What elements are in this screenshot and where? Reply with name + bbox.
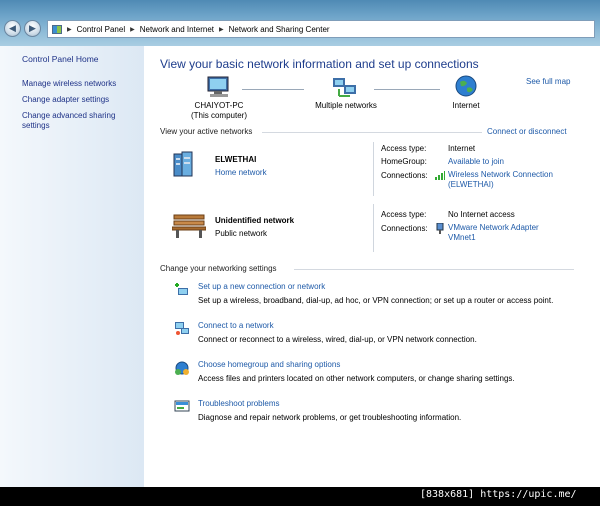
network-type-home[interactable]: Home network bbox=[215, 168, 267, 177]
connection-line2: (ELWETHAI) bbox=[448, 180, 494, 189]
chevron-right-icon: ▶ bbox=[67, 26, 72, 33]
address-bar: ◀ ▶ ▶ Control Panel ▶ Network and Intern… bbox=[0, 0, 600, 46]
map-internet: Internet bbox=[452, 101, 480, 110]
connection-line2: VMnet1 bbox=[448, 233, 476, 242]
see-full-map-link[interactable]: See full map bbox=[526, 77, 570, 86]
task-troubleshoot-desc: Diagnose and repair network problems, or… bbox=[198, 413, 462, 422]
homegroup-link[interactable]: Available to join bbox=[448, 157, 504, 167]
network-name-elwethai: ELWETHAI bbox=[215, 155, 257, 164]
divider bbox=[262, 132, 482, 133]
task-homegroup-sharing[interactable]: Choose homegroup and sharing options bbox=[198, 360, 340, 369]
connection-line1: Wireless Network Connection bbox=[448, 170, 553, 179]
sidebar-item-manage-wireless[interactable]: Manage wireless networks bbox=[22, 79, 132, 89]
network-type-public: Public network bbox=[215, 229, 268, 238]
task-troubleshoot[interactable]: Troubleshoot problems bbox=[198, 399, 280, 408]
map-multiple-networks: Multiple networks bbox=[315, 101, 377, 110]
wifi-signal-icon bbox=[435, 171, 445, 180]
separator bbox=[373, 142, 374, 196]
divider bbox=[294, 269, 574, 270]
sidebar-item-adapter-settings[interactable]: Change adapter settings bbox=[22, 95, 132, 105]
map-link-line bbox=[374, 89, 440, 90]
computer-name: CHAIYOT-PC bbox=[194, 101, 244, 110]
task-setup-connection-desc: Set up a wireless, broadband, dial-up, a… bbox=[198, 296, 554, 305]
vmware-adapter-link[interactable]: VMware Network Adapter VMnet1 bbox=[448, 223, 539, 243]
homegroup-icon bbox=[175, 361, 189, 375]
globe-icon bbox=[455, 75, 477, 97]
homegroup-label: HomeGroup: bbox=[381, 157, 427, 166]
sidebar-item-advanced-sharing[interactable]: Change advanced sharing settings bbox=[22, 111, 132, 131]
public-network-bench-icon bbox=[172, 214, 206, 238]
troubleshoot-icon bbox=[174, 400, 190, 412]
forward-arrow-icon: ▶ bbox=[29, 23, 36, 33]
breadcrumb-control-panel[interactable]: Control Panel bbox=[77, 25, 125, 34]
change-settings-header: Change your networking settings bbox=[160, 264, 277, 273]
map-link-line bbox=[242, 89, 304, 90]
new-connection-icon bbox=[175, 283, 188, 295]
connections-label: Connections: bbox=[381, 224, 428, 233]
network-icon bbox=[333, 78, 356, 97]
breadcrumb[interactable]: ▶ Control Panel ▶ Network and Internet ▶… bbox=[47, 20, 595, 38]
task-homegroup-sharing-desc: Access files and printers located on oth… bbox=[198, 374, 515, 383]
network-name-unidentified: Unidentified network bbox=[215, 216, 295, 225]
network-adapter-icon bbox=[436, 223, 444, 234]
main-content: View your basic network information and … bbox=[144, 46, 600, 487]
watermark-footer: [838x681] https://upic.me/ bbox=[420, 489, 577, 500]
access-type-value: No Internet access bbox=[448, 210, 515, 219]
task-connect-network-desc: Connect or reconnect to a wireless, wire… bbox=[198, 335, 477, 344]
map-this-computer: CHAIYOT-PC (This computer) bbox=[174, 101, 264, 121]
breadcrumb-network-internet[interactable]: Network and Internet bbox=[140, 25, 214, 34]
forward-button[interactable]: ▶ bbox=[24, 20, 41, 37]
access-type-label: Access type: bbox=[381, 210, 427, 219]
wireless-connection-link[interactable]: Wireless Network Connection (ELWETHAI) bbox=[448, 170, 553, 190]
sidebar: Control Panel Home Manage wireless netwo… bbox=[0, 46, 144, 487]
control-panel-icon bbox=[52, 24, 62, 34]
home-network-icon bbox=[173, 151, 193, 177]
window: ◀ ▶ ▶ Control Panel ▶ Network and Intern… bbox=[0, 0, 600, 487]
connection-line1: VMware Network Adapter bbox=[448, 223, 539, 232]
chevron-right-icon: ▶ bbox=[219, 26, 224, 33]
back-arrow-icon: ◀ bbox=[9, 23, 16, 33]
task-connect-network[interactable]: Connect to a network bbox=[198, 321, 274, 330]
connect-disconnect-link[interactable]: Connect or disconnect bbox=[487, 127, 567, 136]
connections-label: Connections: bbox=[381, 171, 428, 180]
chevron-right-icon: ▶ bbox=[130, 26, 135, 33]
page-title: View your basic network information and … bbox=[160, 57, 479, 71]
back-button[interactable]: ◀ bbox=[4, 20, 21, 37]
connect-network-icon bbox=[175, 322, 189, 335]
active-networks-header: View your active networks bbox=[160, 127, 253, 136]
computer-sub: (This computer) bbox=[190, 111, 247, 120]
breadcrumb-sharing-center[interactable]: Network and Sharing Center bbox=[229, 25, 330, 34]
separator bbox=[373, 204, 374, 252]
access-type-value: Internet bbox=[448, 144, 476, 153]
access-type-label: Access type: bbox=[381, 144, 427, 153]
sidebar-control-panel-home[interactable]: Control Panel Home bbox=[22, 54, 99, 64]
computer-icon bbox=[207, 76, 229, 97]
task-setup-connection[interactable]: Set up a new connection or network bbox=[198, 282, 325, 291]
